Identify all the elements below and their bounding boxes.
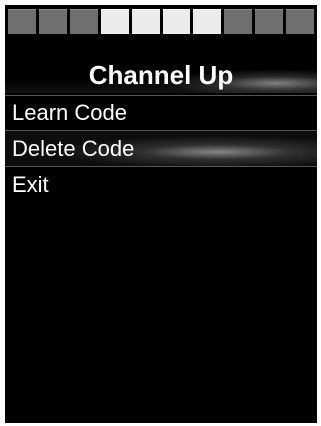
page-title: Channel Up	[88, 60, 234, 90]
indicator-segment	[193, 9, 222, 34]
indicator-segment	[100, 9, 129, 34]
indicator-segment	[131, 9, 160, 34]
menu-item-label: Exit	[12, 172, 49, 197]
menu-item-delete-code[interactable]: Delete Code	[5, 131, 317, 166]
indicator-segment	[286, 9, 315, 34]
indicator-segment	[8, 9, 36, 34]
menu-list: Learn Code Delete Code Exit	[5, 95, 317, 202]
menu-item-label: Delete Code	[12, 136, 135, 161]
menu-item-learn-code[interactable]: Learn Code	[5, 95, 317, 130]
segment-indicator	[8, 9, 315, 34]
indicator-segment	[162, 9, 191, 34]
indicator-segment	[255, 9, 284, 34]
indicator-segment	[38, 9, 67, 34]
indicator-segment	[69, 9, 98, 34]
menu-item-exit[interactable]: Exit	[5, 167, 317, 202]
indicator-segment	[224, 9, 253, 34]
title-bar: Channel Up	[5, 57, 317, 93]
device-screen: Channel Up Learn Code Delete Code Exit	[5, 5, 317, 423]
menu-item-label: Learn Code	[12, 100, 127, 125]
